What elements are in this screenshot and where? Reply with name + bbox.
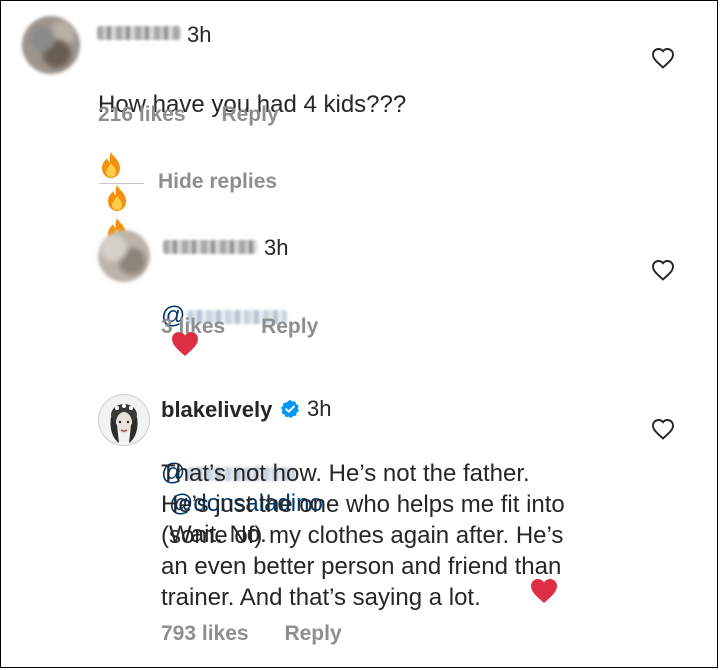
hide-replies-button[interactable]: Hide replies <box>158 170 277 194</box>
reply-button[interactable]: Reply <box>261 315 318 338</box>
comment-meta: 216 likes Reply <box>98 103 309 127</box>
blakelively-username[interactable]: blakelively <box>161 397 272 423</box>
comment-time: 3h <box>187 22 212 47</box>
likes-count[interactable]: 793 likes <box>161 622 249 645</box>
portrait-icon <box>110 404 138 443</box>
heart-outline-icon[interactable] <box>651 47 675 69</box>
red-heart-emoji <box>531 579 557 603</box>
likes-count[interactable]: 216 likes <box>98 103 186 126</box>
likes-count[interactable]: 3 likes <box>161 315 225 338</box>
fire-emoji <box>108 185 126 211</box>
heart-outline-icon[interactable] <box>651 259 675 281</box>
replier-username-blurred[interactable] <box>163 240 257 254</box>
commenter-avatar[interactable] <box>22 16 80 74</box>
commenter-username-blurred[interactable] <box>97 26 181 40</box>
heart-outline-icon[interactable] <box>651 418 675 440</box>
blakelively-avatar[interactable] <box>98 394 150 446</box>
blakelively-time: 3h <box>307 396 332 421</box>
reply-time: 3h <box>264 235 289 260</box>
replier-avatar[interactable] <box>98 230 150 282</box>
verified-badge-icon <box>281 399 299 418</box>
fire-emoji <box>102 152 120 178</box>
reply-meta: 3 likes Reply <box>161 315 348 339</box>
reply-button[interactable]: Reply <box>221 103 278 126</box>
replies-divider <box>99 183 144 184</box>
blakelively-reply-body: That’s not how. He’s not the father. He’… <box>161 460 565 611</box>
blakelively-meta: 793 likes Reply <box>161 622 372 646</box>
reply-button[interactable]: Reply <box>284 622 341 645</box>
